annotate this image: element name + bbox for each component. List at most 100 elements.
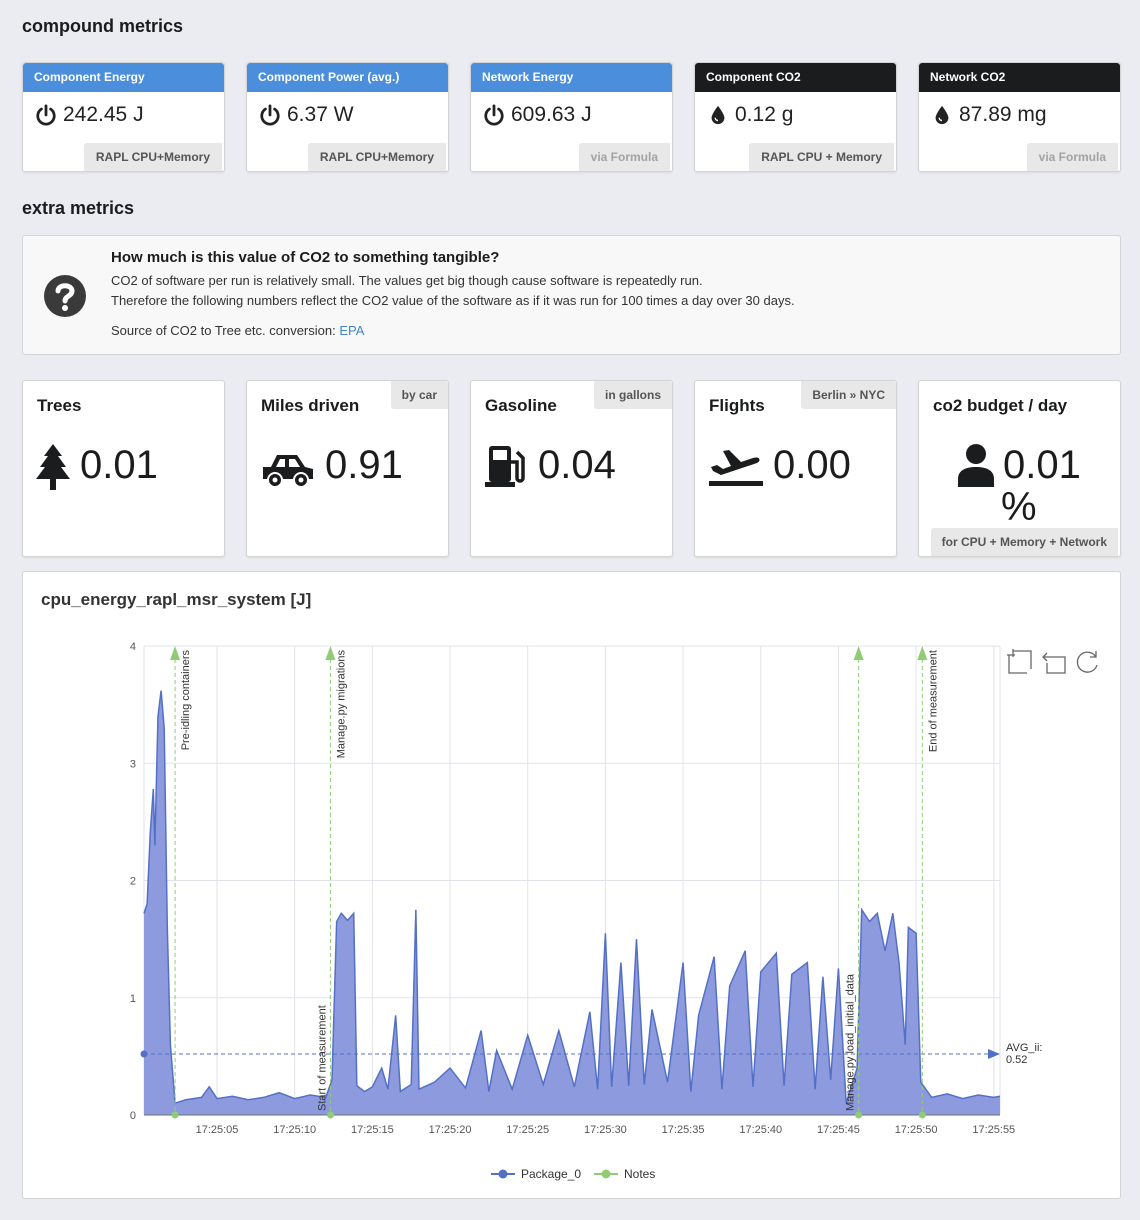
info-source-prefix: Source of CO2 to Tree etc. conversion:: [111, 323, 336, 338]
zoom-back-icon[interactable]: [1042, 652, 1066, 674]
x-tick-label: 17:25:05: [196, 1124, 239, 1136]
zoom-select-icon-path: [1007, 649, 1032, 674]
co2-info-box: How much is this value of CO2 to somethi…: [22, 235, 1121, 355]
info-source: Source of CO2 to Tree etc. conversion: E…: [111, 323, 364, 338]
note-label: End of measurement: [927, 650, 939, 752]
note-marker: [855, 1111, 863, 1119]
x-tick-label: 17:25:25: [506, 1124, 549, 1136]
note-label: Manage.py migrations: [335, 650, 347, 759]
co2-budget-value: 0.01: [1003, 443, 1081, 487]
flights-card: Flights Berlin » NYC 0.00: [694, 380, 897, 557]
gasoline-value: 0.04: [538, 443, 616, 487]
zoom-select-icon[interactable]: [1007, 649, 1032, 674]
component-energy-value-row: 242.45 J: [23, 92, 224, 127]
component-power-value: 6.37 W: [287, 103, 354, 126]
note-arrow: [170, 646, 181, 660]
y-tick-label: 4: [130, 641, 136, 653]
power-icon: [259, 104, 281, 126]
component-energy-value: 242.45 J: [63, 103, 144, 126]
component-co2-value-row: 0.12 g: [695, 92, 896, 127]
average-line-start-marker: [140, 1050, 148, 1058]
x-tick-label: 17:25:55: [972, 1124, 1015, 1136]
energy-chart: 0 1 2 3 4 17:25:05 17:25:10 17:25:15 17:25:20 17:…: [130, 641, 1098, 1181]
tree-icon: [36, 444, 70, 495]
x-tick-label: 17:25:50: [895, 1124, 938, 1136]
legend-item-notes[interactable]: Notes: [594, 1167, 655, 1181]
energy-chart-card: cpu_energy_rapl_msr_system [J] 0 1 2 3 4 17:2…: [22, 571, 1121, 1199]
network-co2-source-tag: via Formula: [1026, 143, 1118, 171]
drop-icon: [931, 104, 953, 126]
y-tick-label: 1: [130, 993, 136, 1005]
note-arrow: [853, 646, 864, 660]
network-co2-label: Network CO2: [919, 63, 1120, 92]
network-energy-card: Network Energy 609.63 J via Formula: [470, 62, 673, 172]
average-value: 0.52: [1006, 1054, 1027, 1066]
component-co2-label: Component CO2: [695, 63, 896, 92]
epa-link[interactable]: EPA: [339, 323, 364, 338]
network-energy-source-tag: via Formula: [578, 143, 670, 171]
flights-title: Flights: [709, 396, 765, 415]
legend-item-package-0[interactable]: Package_0: [491, 1167, 581, 1181]
component-power-value-row: 6.37 W: [247, 92, 448, 127]
component-power-source-tag: RAPL CPU+Memory: [307, 143, 446, 171]
gas-pump-icon: [485, 444, 529, 493]
info-line-2: Therefore the following numbers reflect …: [111, 293, 795, 308]
drop-icon: [707, 104, 729, 126]
miles-driven-value: 0.91: [325, 443, 403, 487]
note-label: Manage.py load_initial_data: [845, 973, 857, 1111]
x-tick-label: 17:25:45: [817, 1124, 860, 1136]
network-energy-value-row: 609.63 J: [471, 92, 672, 127]
info-line-1: CO2 of software per run is relatively sm…: [111, 273, 703, 288]
extra-metrics-title: extra metrics: [22, 198, 135, 218]
legend-label: Package_0: [521, 1167, 581, 1181]
gasoline-tag: in gallons: [593, 381, 672, 409]
note-marker: [918, 1111, 926, 1119]
x-tick-label: 17:25:10: [273, 1124, 316, 1136]
restore-icon-path: [1076, 651, 1098, 673]
network-energy-label: Network Energy: [471, 63, 672, 92]
miles-driven-card: Miles driven by car 0.91: [246, 380, 449, 557]
component-co2-card: Component CO2 0.12 g RAPL CPU + Memory: [694, 62, 897, 172]
co2-budget-title: co2 budget / day: [933, 396, 1068, 415]
restore-icon[interactable]: [1076, 651, 1098, 673]
note-arrow: [917, 646, 928, 660]
co2-budget-tag: for CPU + Memory + Network: [930, 528, 1118, 556]
note-label: Start of measurement: [316, 1005, 328, 1111]
component-energy-source-tag: RAPL CPU+Memory: [83, 143, 222, 171]
miles-driven-tag: by car: [390, 381, 448, 409]
x-tick-label: 17:25:20: [429, 1124, 472, 1136]
gasoline-card: Gasoline in gallons 0.04: [470, 380, 673, 557]
y-tick-label: 3: [130, 758, 136, 770]
component-energy-card: Component Energy 242.45 J RAPL CPU+Memory: [22, 62, 225, 172]
note-marker: [171, 1111, 179, 1119]
trees-card: Trees 0.01: [22, 380, 225, 557]
legend-marker: [498, 1169, 508, 1179]
compound-metrics-title: compound metrics: [22, 16, 184, 36]
gasoline-title: Gasoline: [485, 396, 557, 415]
question-circle-icon: [44, 275, 86, 317]
x-tick-label: 17:25:15: [351, 1124, 394, 1136]
miles-driven-title: Miles driven: [261, 396, 360, 415]
flights-value: 0.00: [773, 443, 851, 487]
note-marker: [326, 1111, 334, 1119]
legend-marker: [601, 1169, 611, 1179]
network-co2-value-row: 87.89 mg: [919, 92, 1120, 127]
user-icon: [956, 443, 996, 492]
component-co2-source-tag: RAPL CPU + Memory: [749, 143, 894, 171]
plane-icon: [709, 447, 763, 492]
trees-value: 0.01: [80, 443, 158, 487]
component-energy-label: Component Energy: [23, 63, 224, 92]
car-icon: [261, 449, 315, 494]
trees-title: Trees: [37, 396, 82, 415]
note-label: Pre-idling containers: [180, 650, 192, 751]
component-power-card: Component Power (avg.) 6.37 W RAPL CPU+Mem…: [246, 62, 449, 172]
co2-budget-card: co2 budget / day for CPU + Memory + Netwo…: [918, 380, 1121, 557]
average-label: AVG_ii:: [1006, 1042, 1042, 1054]
y-tick-label: 0: [130, 1110, 136, 1122]
power-icon: [35, 104, 57, 126]
zoom-back-icon-path: [1042, 652, 1066, 674]
co2-budget-unit: %: [1001, 485, 1037, 529]
component-power-label: Component Power (avg.): [247, 63, 448, 92]
component-co2-value: 0.12 g: [735, 103, 794, 126]
y-tick-label: 2: [130, 876, 136, 888]
